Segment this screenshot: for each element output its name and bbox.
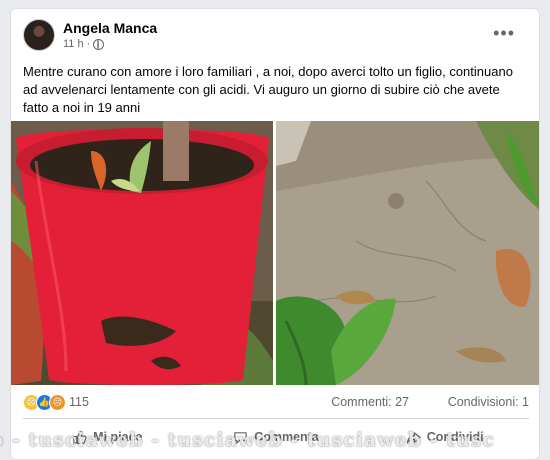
like-button-label: Mi piace bbox=[93, 430, 143, 444]
photo-ground[interactable] bbox=[276, 121, 539, 385]
share-icon bbox=[406, 431, 421, 444]
action-bar: Mi piace Commenta Condividi bbox=[23, 422, 529, 452]
photo-grid bbox=[11, 121, 539, 385]
post-time[interactable]: 11 h · bbox=[63, 38, 90, 50]
photo-red-pot-image bbox=[11, 121, 273, 385]
globe-icon bbox=[93, 38, 105, 50]
thumbs-up-icon bbox=[73, 430, 87, 444]
post-text: Mentre curano con amore i loro familiari… bbox=[23, 64, 513, 115]
share-button-label: Condividi bbox=[426, 430, 484, 444]
comment-button-label: Commenta bbox=[254, 430, 319, 444]
post-header: Angela Manca 11 h · ••• bbox=[23, 19, 523, 55]
angry-reaction-icon: ☹ bbox=[49, 394, 66, 411]
reaction-icons[interactable]: ☹ 👍 ☹ bbox=[23, 394, 66, 411]
avatar[interactable] bbox=[23, 19, 55, 51]
comment-button[interactable]: Commenta bbox=[192, 422, 361, 452]
facebook-post-card: Angela Manca 11 h · ••• Mentre curano co… bbox=[10, 8, 540, 460]
divider bbox=[23, 418, 529, 419]
photo-red-pot[interactable] bbox=[11, 121, 273, 385]
reaction-count[interactable]: 115 bbox=[69, 395, 89, 409]
author-name[interactable]: Angela Manca bbox=[63, 20, 157, 36]
like-button[interactable]: Mi piace bbox=[23, 422, 192, 452]
photo-ground-image bbox=[276, 121, 539, 385]
share-button[interactable]: Condividi bbox=[360, 422, 529, 452]
post-stats: ☹ 👍 ☹ 115 Commenti: 27 Condivisioni: 1 bbox=[23, 393, 529, 413]
comments-count[interactable]: Commenti: 27 bbox=[331, 395, 409, 409]
post-meta: 11 h · bbox=[63, 38, 105, 50]
comment-icon bbox=[234, 431, 247, 444]
shares-count[interactable]: Condivisioni: 1 bbox=[448, 395, 529, 409]
more-options-icon[interactable]: ••• bbox=[493, 23, 515, 44]
